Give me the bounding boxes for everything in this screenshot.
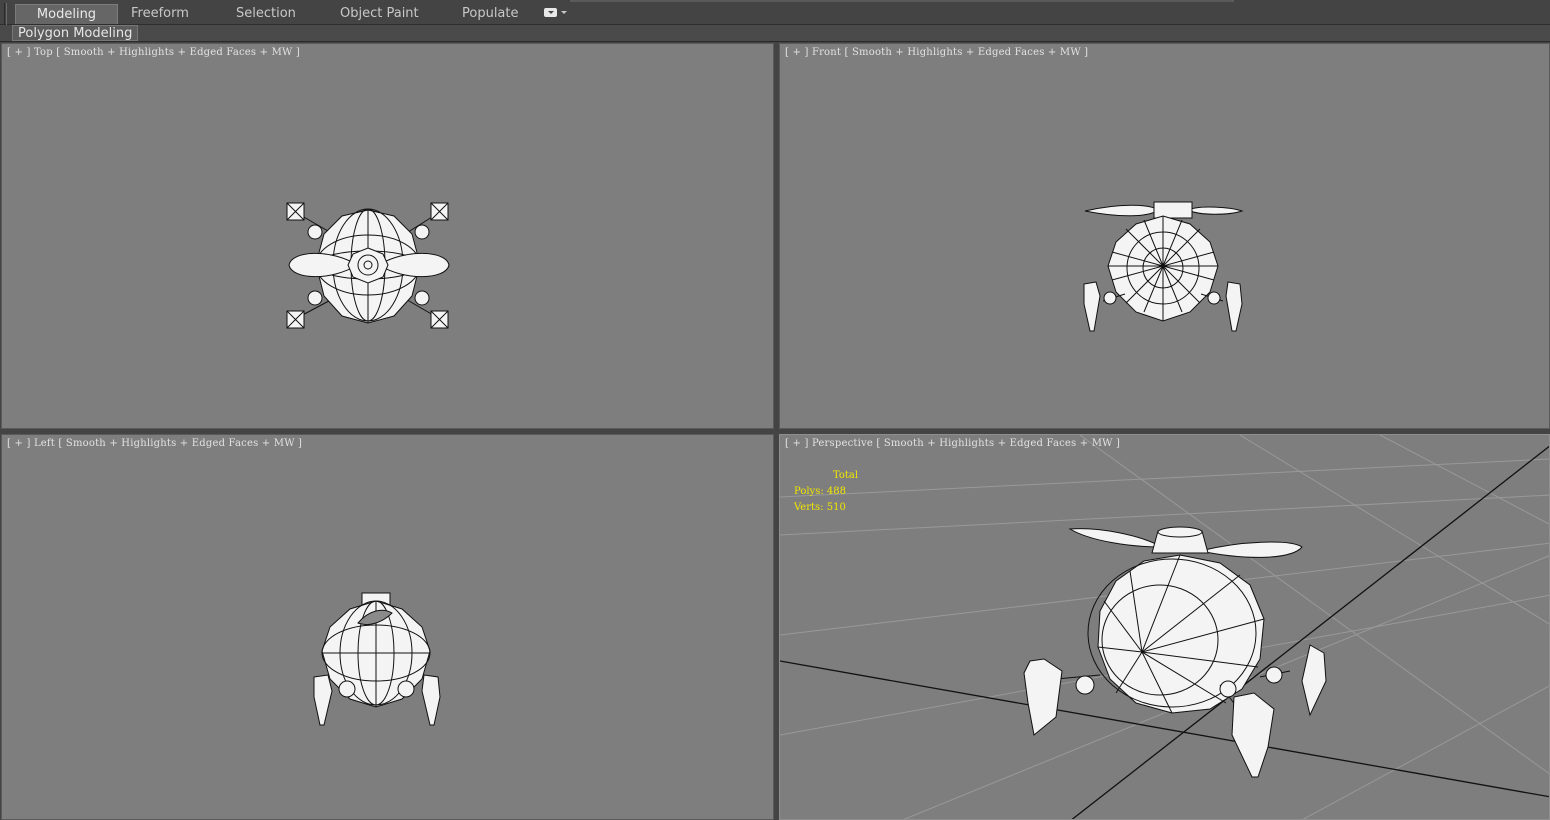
- stats-verts-value: 510: [826, 502, 846, 513]
- front-view-model: [1083, 201, 1244, 332]
- viewport-shading-menu[interactable]: [ Smooth + Highlights + Edged Faces + MW…: [58, 438, 302, 449]
- polygon-modeling-panel-button[interactable]: Polygon Modeling: [12, 25, 139, 41]
- viewport-menu[interactable]: [ + ]: [7, 47, 31, 58]
- viewport-left[interactable]: [ + ] Left [ Smooth + Highlights + Edged…: [1, 434, 774, 820]
- stats-total-label: Total: [833, 470, 859, 481]
- viewport-top[interactable]: [ + ] Top [ Smooth + Highlights + Edged …: [1, 43, 774, 429]
- chevron-down-icon: [561, 11, 567, 14]
- tab-selection[interactable]: Selection: [236, 4, 296, 24]
- viewport-name[interactable]: Front: [812, 47, 841, 58]
- ribbon-tab-bar: Modeling Freeform Selection Object Paint…: [0, 0, 1550, 39]
- statistics-overlay: Total Polys: 488 Verts: 510: [794, 468, 858, 516]
- ribbon-toggle-icon: [544, 8, 557, 17]
- viewport-shading-menu[interactable]: [ Smooth + Highlights + Edged Faces + MW…: [56, 47, 300, 58]
- viewport-shading-menu[interactable]: [ Smooth + Highlights + Edged Faces + MW…: [845, 47, 1089, 58]
- viewport-menu[interactable]: [ + ]: [785, 47, 809, 58]
- ribbon-divider: [570, 0, 1234, 2]
- tab-freeform[interactable]: Freeform: [131, 4, 189, 24]
- tab-populate[interactable]: Populate: [462, 4, 519, 24]
- viewport-front-label[interactable]: [ + ] Front [ Smooth + Highlights + Edge…: [785, 47, 1088, 58]
- viewport-top-label[interactable]: [ + ] Top [ Smooth + Highlights + Edged …: [7, 47, 300, 58]
- stats-polys: Polys: 488: [794, 484, 858, 500]
- perspective-view-model: [780, 435, 1549, 819]
- stats-polys-value: 488: [826, 486, 846, 497]
- viewport-left-label[interactable]: [ + ] Left [ Smooth + Highlights + Edged…: [7, 438, 302, 449]
- viewport-perspective[interactable]: [ + ] Perspective [ Smooth + Highlights …: [779, 434, 1550, 820]
- viewport-name[interactable]: Top: [34, 47, 53, 58]
- viewport-name[interactable]: Perspective: [812, 438, 873, 449]
- left-view-model: [313, 592, 441, 726]
- tab-modeling[interactable]: Modeling: [15, 4, 118, 24]
- viewport-shading-menu[interactable]: [ Smooth + Highlights + Edged Faces + MW…: [876, 438, 1120, 449]
- viewport-name[interactable]: Left: [34, 438, 55, 449]
- viewport-front[interactable]: [ + ] Front [ Smooth + Highlights + Edge…: [779, 43, 1550, 429]
- viewport-perspective-label[interactable]: [ + ] Perspective [ Smooth + Highlights …: [785, 438, 1120, 449]
- top-view-model: [286, 202, 450, 329]
- stats-verts: Verts: 510: [794, 500, 858, 516]
- viewport-menu[interactable]: [ + ]: [7, 438, 31, 449]
- stats-polys-label: Polys:: [794, 486, 824, 497]
- stats-verts-label: Verts:: [794, 502, 824, 513]
- ribbon-panel: Polygon Modeling: [0, 25, 1550, 42]
- viewport-menu[interactable]: [ + ]: [785, 438, 809, 449]
- tab-object-paint[interactable]: Object Paint: [340, 4, 419, 24]
- ribbon-options-dropdown[interactable]: [544, 7, 568, 19]
